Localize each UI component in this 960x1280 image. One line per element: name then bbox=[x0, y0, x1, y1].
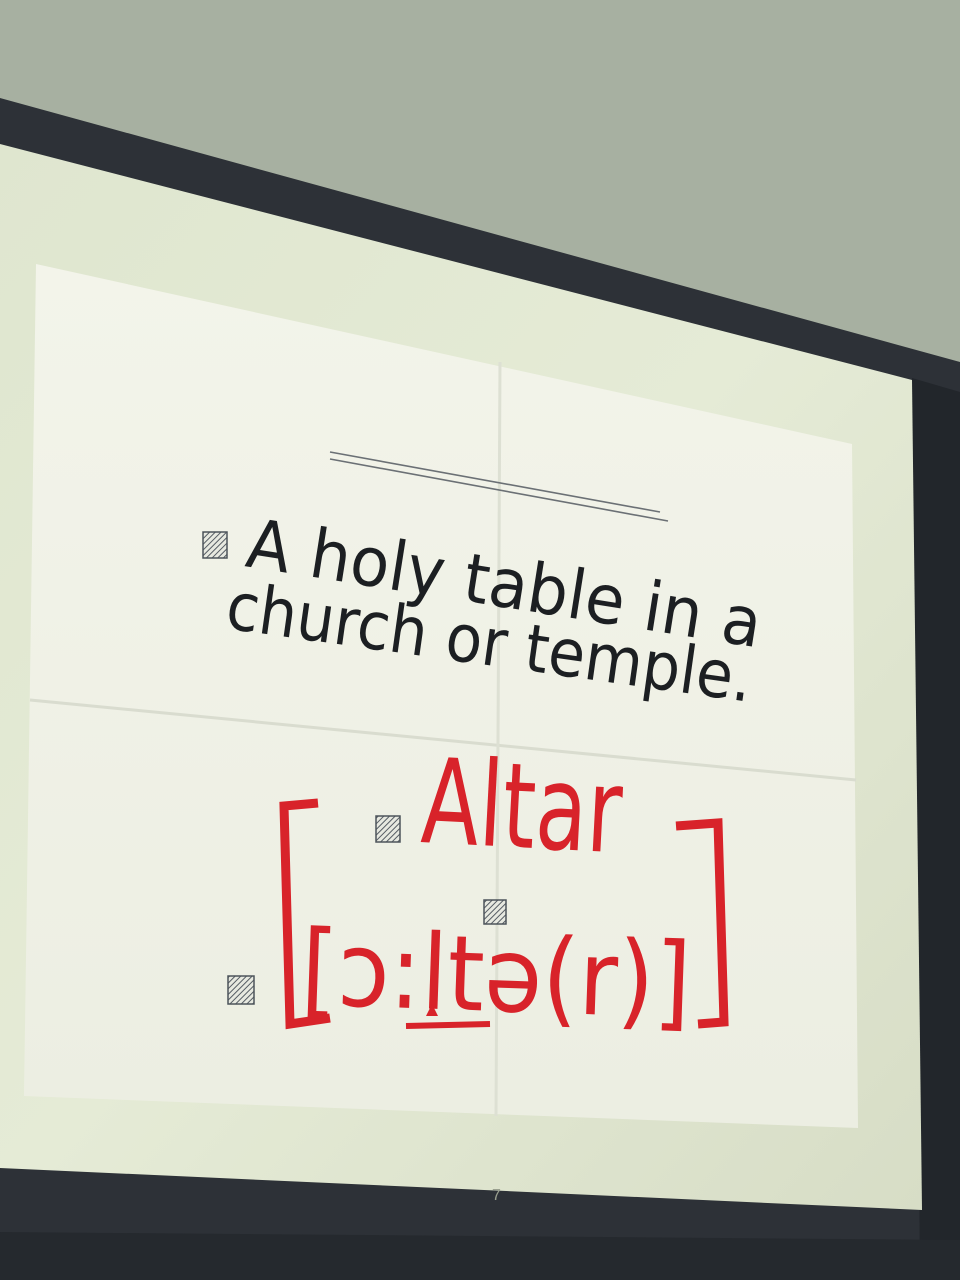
stress-underline bbox=[405, 1021, 491, 1029]
hatched-square-bullet-icon bbox=[375, 815, 401, 843]
hatched-square-bullet-icon bbox=[227, 975, 255, 1005]
photo-scene: A holy table in a church or temple. Alta… bbox=[0, 0, 960, 1280]
monitor-bottom-strip bbox=[0, 1232, 960, 1280]
vocabulary-word: Altar bbox=[419, 732, 626, 880]
hatched-square-bullet-icon bbox=[202, 531, 228, 559]
page-number: 7 bbox=[492, 1187, 501, 1204]
pronunciation-text: [ɔ:ltə(r)] bbox=[299, 907, 693, 1043]
